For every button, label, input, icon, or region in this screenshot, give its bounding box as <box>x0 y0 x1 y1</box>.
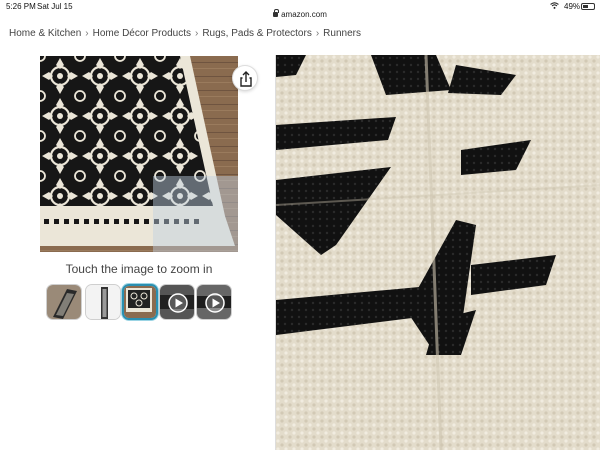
thumbnail-2[interactable] <box>85 284 121 320</box>
breadcrumb-item-home-kitchen[interactable]: Home & Kitchen <box>9 28 81 39</box>
zoomed-rug-texture <box>276 55 600 450</box>
zoom-hint: Touch the image to zoom in <box>65 262 213 276</box>
play-icon <box>197 285 231 319</box>
thumbnail-image <box>86 285 120 319</box>
thumbnail-5[interactable] <box>196 284 232 320</box>
thumbnail-3[interactable] <box>122 284 158 320</box>
play-icon <box>160 285 194 319</box>
main-product-image[interactable] <box>40 56 238 252</box>
breadcrumb-separator: › <box>315 28 320 39</box>
thumbnail-4[interactable] <box>159 284 195 320</box>
battery-icon <box>581 3 595 10</box>
zoomed-image-pane[interactable] <box>275 55 600 450</box>
battery-fill <box>583 5 588 8</box>
share-button[interactable] <box>232 65 258 91</box>
breadcrumb-separator: › <box>194 28 199 39</box>
breadcrumb: Home & Kitchen › Home Décor Products › Rugs,… <box>9 28 361 39</box>
rug-photo <box>40 56 238 252</box>
wifi-icon <box>550 2 559 9</box>
address-bar[interactable]: amazon.com <box>0 9 600 19</box>
breadcrumb-separator: › <box>85 28 89 39</box>
thumbnail-1[interactable] <box>46 284 82 320</box>
breadcrumb-item-rugs[interactable]: Rugs, Pads & Protectors <box>202 28 312 39</box>
lock-icon <box>273 9 280 17</box>
thumbnail-image <box>124 286 156 318</box>
address-text: amazon.com <box>281 10 327 19</box>
thumbnail-image <box>47 285 81 319</box>
breadcrumb-item-runners[interactable]: Runners <box>323 28 361 39</box>
breadcrumb-item-home-decor[interactable]: Home Décor Products <box>93 28 191 39</box>
share-icon <box>240 71 252 87</box>
